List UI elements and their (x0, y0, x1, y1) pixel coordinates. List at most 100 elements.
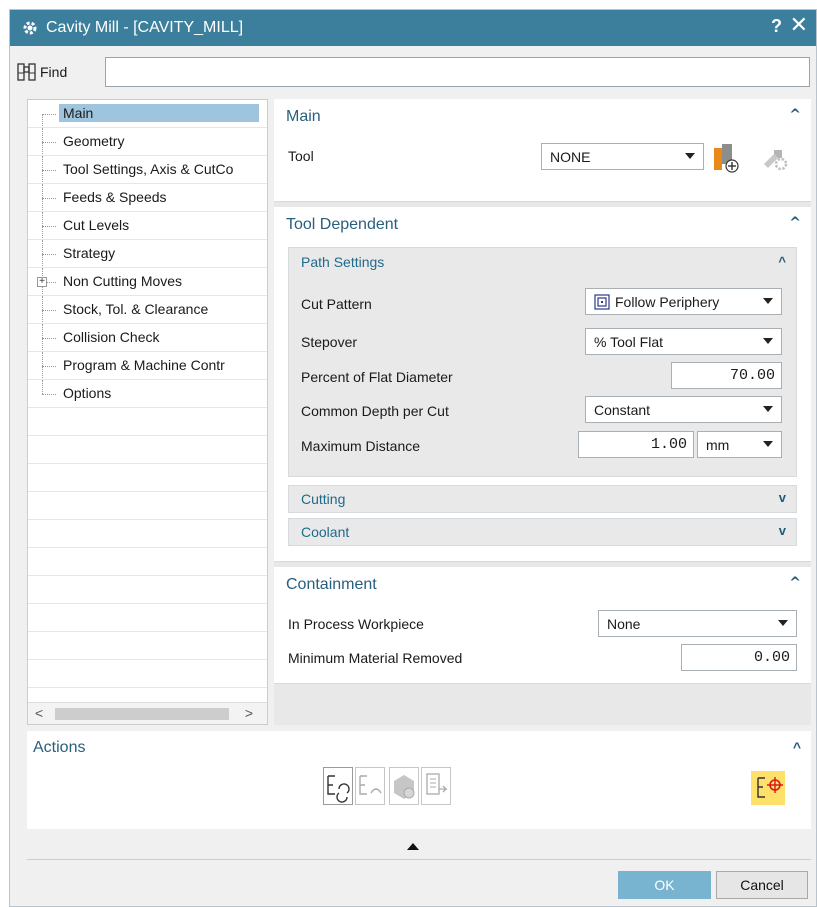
minimum-material-removed-input[interactable]: 0.00 (681, 644, 797, 671)
chevron-down-icon (778, 620, 788, 626)
tree-item-label: Collision Check (63, 329, 160, 345)
cut-pattern-label: Cut Pattern (301, 296, 372, 312)
replay-icon[interactable] (355, 767, 385, 805)
maximum-distance-unit-dropdown[interactable]: mm (697, 431, 782, 458)
cut-pattern-value: Follow Periphery (615, 293, 720, 310)
tree-item-label: Strategy (63, 245, 116, 261)
verify-icon[interactable] (389, 767, 419, 805)
tree-connector (42, 394, 56, 395)
tree-empty-row (28, 520, 267, 548)
tool-dependent-collapse-toggle[interactable]: ^ (789, 215, 801, 231)
footer-divider (27, 859, 811, 860)
tree-connector (42, 198, 56, 199)
scroll-left-arrow[interactable]: < (35, 705, 43, 721)
tool-dropdown[interactable]: NONE (541, 143, 704, 170)
tree-connector (42, 338, 56, 339)
new-tool-icon[interactable] (710, 142, 742, 174)
tree-item-label: Non Cutting Moves (63, 273, 183, 289)
tree-item-label: Geometry (63, 133, 125, 149)
coolant-panel[interactable]: Coolant v (288, 518, 797, 546)
tree-connector (42, 226, 56, 227)
tree-horizontal-scrollbar[interactable]: < > (28, 702, 267, 724)
tree-item[interactable]: Main (28, 100, 267, 128)
depth-per-cut-label: Common Depth per Cut (301, 403, 449, 419)
find-input[interactable] (105, 57, 810, 87)
tree-item[interactable]: Options (28, 380, 267, 408)
tree-item-label: Stock, Tol. & Clearance (63, 301, 209, 317)
tree-item[interactable]: Program & Machine Contr (28, 352, 267, 380)
depth-per-cut-value: Constant (594, 401, 651, 418)
tool-dropdown-value: NONE (550, 148, 591, 165)
actions-collapse-toggle[interactable]: ^ (793, 739, 801, 755)
percent-flat-diameter-label: Percent of Flat Diameter (301, 369, 453, 385)
tree-item[interactable]: + Non Cutting Moves (28, 268, 267, 296)
maximum-distance-input[interactable]: 1.00 (578, 431, 694, 458)
close-button[interactable]: ✕ (790, 14, 808, 36)
in-process-workpiece-dropdown[interactable]: None (598, 610, 797, 637)
tree-item[interactable]: Strategy (28, 240, 267, 268)
containment-section: Containment ^ In Process Workpiece None … (274, 567, 811, 684)
stepover-label: Stepover (301, 334, 358, 350)
window-title: Cavity Mill - [CAVITY_MILL] (46, 19, 244, 36)
tree-item[interactable]: Collision Check (28, 324, 267, 352)
cancel-button[interactable]: Cancel (716, 871, 808, 899)
in-process-workpiece-value: None (607, 615, 641, 632)
cut-pattern-dropdown[interactable]: Follow Periphery (585, 288, 782, 315)
chevron-down-icon (763, 406, 773, 412)
feedback-icon[interactable] (751, 771, 785, 805)
help-button[interactable]: ? (771, 16, 782, 37)
tree-connector (42, 114, 56, 115)
tree-item[interactable]: Geometry (28, 128, 267, 156)
tree-item-label: Feeds & Speeds (63, 189, 167, 205)
maximum-distance-label: Maximum Distance (301, 438, 421, 454)
tree-item[interactable]: Tool Settings, Axis & CutCo (28, 156, 267, 184)
tree-connector (42, 254, 56, 255)
collapse-dialog-grip[interactable] (407, 843, 419, 850)
cavity-mill-dialog: Cavity Mill - [CAVITY_MILL] ? ✕ Find Mai… (9, 9, 817, 907)
tree-expand-toggle[interactable]: + (37, 277, 47, 287)
maximum-distance-unit: mm (706, 436, 730, 453)
actions-title: Actions (33, 739, 86, 756)
tree-connector (42, 170, 56, 171)
actions-section: Actions ^ (27, 731, 811, 829)
tree-item-label: Program & Machine Contr (63, 357, 225, 373)
list-icon[interactable] (421, 767, 451, 805)
chevron-down-icon (763, 338, 773, 344)
coolant-expand-toggle[interactable]: v (779, 523, 786, 538)
tree-item[interactable]: Cut Levels (28, 212, 267, 240)
path-settings-title: Path Settings (301, 254, 385, 270)
tool-dependent-title: Tool Dependent (286, 216, 399, 233)
main-section-title: Main (286, 108, 321, 125)
tree-empty-row (28, 660, 267, 688)
tree-item[interactable]: Feeds & Speeds (28, 184, 267, 212)
cutting-title: Cutting (301, 491, 346, 507)
find-label: Find (40, 64, 68, 80)
minimum-material-removed-label: Minimum Material Removed (288, 650, 463, 666)
ok-button[interactable]: OK (618, 871, 711, 899)
edit-tool-icon[interactable] (758, 142, 790, 174)
scroll-right-arrow[interactable]: > (245, 705, 253, 721)
cutting-expand-toggle[interactable]: v (779, 490, 786, 505)
containment-title: Containment (286, 576, 377, 593)
tree-item[interactable]: Stock, Tol. & Clearance (28, 296, 267, 324)
containment-collapse-toggle[interactable]: ^ (789, 575, 801, 591)
cutting-panel[interactable]: Cutting v (288, 485, 797, 513)
generate-icon[interactable] (323, 767, 353, 805)
main-section: Main ^ Tool NONE (274, 99, 811, 202)
chevron-down-icon (763, 298, 773, 304)
tree-item-label: Main (59, 104, 259, 122)
tree-connector (42, 366, 56, 367)
depth-per-cut-dropdown[interactable]: Constant (585, 396, 782, 423)
tree-item-label: Options (63, 385, 112, 401)
scroll-thumb[interactable] (55, 708, 229, 720)
path-settings-collapse-toggle[interactable]: ^ (778, 254, 786, 269)
tree-empty-row (28, 548, 267, 576)
main-collapse-toggle[interactable]: ^ (789, 107, 801, 123)
percent-flat-diameter-input[interactable]: 70.00 (671, 362, 782, 389)
follow-periphery-icon (594, 293, 610, 310)
binoculars-icon (17, 63, 36, 81)
tree-empty-row (28, 408, 267, 436)
stepover-dropdown[interactable]: % Tool Flat (585, 328, 782, 355)
navigation-tree: Main Geometry Tool Settings, Axis & CutCo F… (27, 99, 268, 725)
path-settings-panel: Path Settings ^ Cut Pattern Follow Perip… (288, 247, 797, 477)
